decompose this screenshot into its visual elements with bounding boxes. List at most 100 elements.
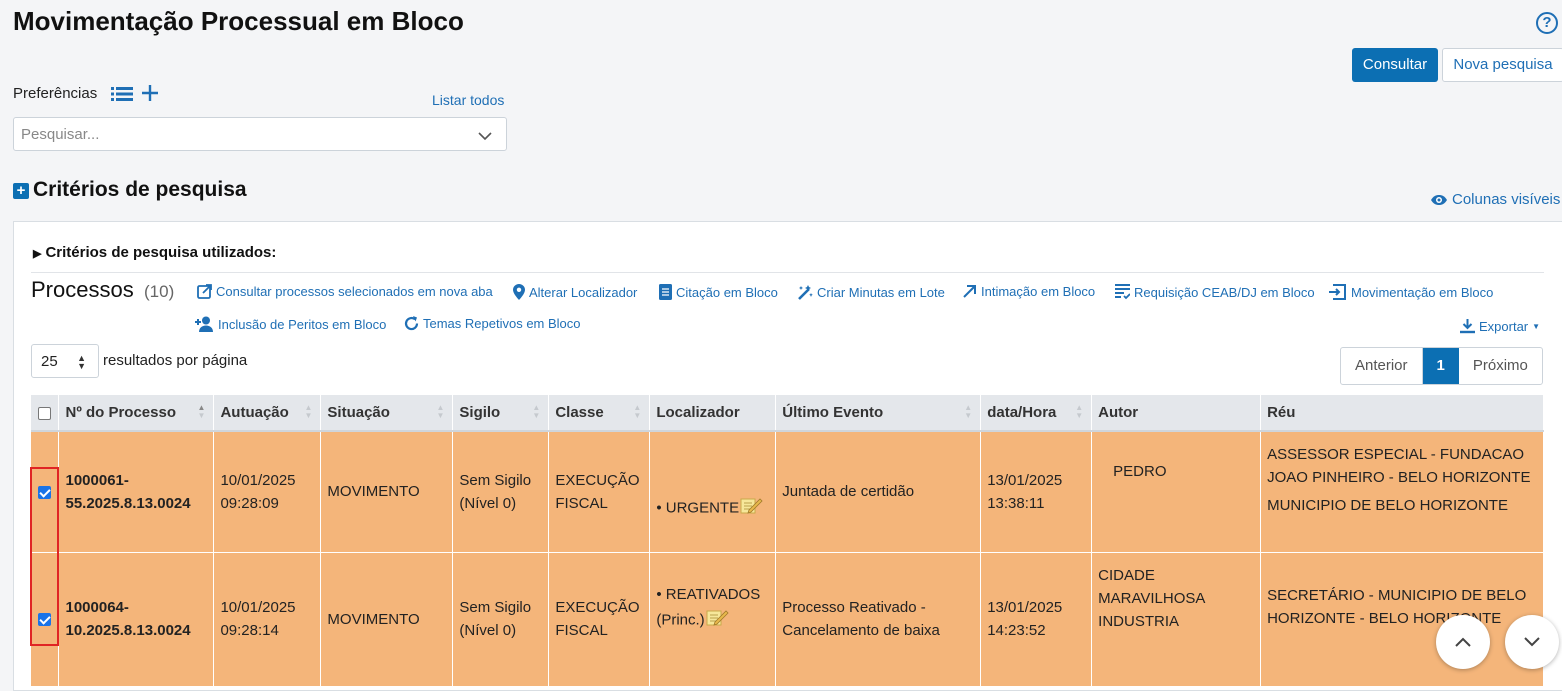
localizador-text: • REATIVADOS — [656, 585, 761, 603]
evento-text: Processo Reativado - — [782, 599, 926, 616]
action-movimentacao-bloco[interactable]: Movimentação em Bloco — [1329, 284, 1493, 300]
pagination-page-1[interactable]: 1 — [1422, 348, 1459, 384]
action-citacao-bloco[interactable]: Citação em Bloco — [659, 284, 778, 300]
eye-icon — [1431, 194, 1447, 205]
autuacao-date: 10/01/2025 — [220, 471, 296, 489]
document-icon — [659, 284, 672, 300]
numero-part: 10.2025.8.13.0024 — [65, 622, 191, 639]
hora-text: 14:23:52 — [987, 622, 1046, 639]
criterios-utilizados-label: Critérios de pesquisa utilizados: — [45, 244, 277, 261]
data-hora-cell: 13/01/2025 14:23:52 — [980, 552, 1093, 687]
action-temas-repetivos[interactable]: Temas Repetivos em Bloco — [404, 316, 581, 331]
processos-title: Processos — [31, 277, 134, 302]
help-icon[interactable]: ? — [1536, 12, 1558, 34]
caret-down-icon: ▼ — [1532, 321, 1541, 331]
ultimo-evento-cell: Juntada de certidão — [775, 431, 982, 553]
criterios-utilizados-toggle[interactable]: ▶ Critérios de pesquisa utilizados: — [33, 244, 276, 261]
sort-icon: ▲ ▼ — [436, 403, 445, 420]
processos-table: Nº do Processo ▲ ▼ Autuação ▲ ▼ Situação ▲ ▼ S… — [31, 395, 1544, 687]
user-add-icon — [195, 316, 213, 332]
colunas-visiveis-link[interactable]: Colunas visíveis — [1430, 191, 1560, 208]
arrow-up-right-icon — [963, 285, 976, 298]
autor-text: INDUSTRIA — [1098, 612, 1179, 630]
edit-note-icon[interactable] — [705, 606, 729, 635]
classe-text: FISCAL — [555, 494, 608, 512]
column-header-reu: Réu — [1260, 395, 1544, 432]
action-inclusao-peritos[interactable]: Inclusão de Peritos em Bloco — [195, 316, 386, 332]
select-all-checkbox[interactable] — [38, 406, 51, 420]
reu-cell: SECRETÁRIO - MUNICIPIO DE BELO HORIZONTE… — [1260, 552, 1544, 687]
situacao-cell: MOVIMENTO — [320, 552, 454, 687]
pagination-prev[interactable]: Anterior — [1341, 348, 1423, 384]
action-label: Intimação em Bloco — [981, 284, 1096, 299]
magic-wand-icon — [798, 285, 813, 300]
action-intimacao-bloco[interactable]: Intimação em Bloco — [962, 284, 1095, 299]
page-title: Movimentação Processual em Bloco — [13, 6, 464, 36]
localizador-cell: • REATIVADOS (Princ.) — [649, 552, 777, 687]
map-pin-icon — [513, 284, 525, 300]
table-row[interactable]: 1000061- 55.2025.8.13.0024 10/01/2025 09:2… — [31, 431, 1544, 553]
column-header-localizador: Localizador — [649, 395, 777, 432]
action-label: Criar Minutas em Lote — [817, 284, 945, 300]
action-consultar-nova-aba[interactable]: Consultar processos selecionados em nova… — [197, 284, 493, 299]
exportar-label: Exportar — [1479, 318, 1529, 334]
expand-plus-icon[interactable]: + — [13, 183, 29, 199]
preferencias-label: Preferências — [13, 85, 98, 102]
localizador-cell: • URGENTE — [649, 431, 777, 553]
classe-cell: EXECUÇÃO FISCAL — [548, 431, 651, 553]
sign-in-icon — [1329, 284, 1346, 300]
reu-party: MUNICIPIO DE BELO HORIZONTE — [1267, 497, 1508, 514]
sigilo-cell: Sem Sigilo (Nível 0) — [452, 431, 550, 553]
preferencias-search-select[interactable]: Pesquisar... — [13, 117, 507, 151]
chevron-down-icon — [478, 128, 492, 145]
autor-text: CIDADE — [1098, 566, 1155, 584]
consultar-button[interactable]: Consultar — [1352, 48, 1438, 82]
action-requisicao-ceab[interactable]: Requisição CEAB/DJ em Bloco — [1115, 284, 1315, 300]
autuacao-time: 09:28:09 — [220, 494, 279, 512]
exportar-dropdown[interactable]: Exportar ▼ — [1460, 318, 1540, 334]
per-page-select[interactable]: 25 ▲ ▼ — [31, 344, 99, 378]
table-row[interactable]: 1000064- 10.2025.8.13.0024 10/01/2025 09:2… — [31, 552, 1544, 687]
action-label: Consultar processos selecionados em nova… — [216, 284, 493, 299]
listar-todos-link[interactable]: Listar todos — [432, 92, 504, 108]
sort-arrows-icon: ▲ ▼ — [77, 353, 86, 371]
chevron-up-icon — [1455, 637, 1471, 647]
processos-count: (10) — [144, 282, 175, 301]
column-header-data-hora[interactable]: data/Hora ▲ ▼ — [980, 395, 1093, 432]
sigilo-level: (Nível 0) — [459, 622, 517, 639]
select-all-cell — [31, 395, 60, 432]
scroll-up-button[interactable] — [1436, 615, 1490, 669]
classe-text: FISCAL — [555, 622, 608, 639]
column-header-label: data/Hora — [987, 404, 1057, 421]
action-alterar-localizador[interactable]: Alterar Localizador — [513, 284, 637, 300]
column-header-label: Último Evento — [782, 404, 884, 421]
column-header-classe[interactable]: Classe ▲ ▼ — [548, 395, 651, 432]
numero-part: 1000064- — [65, 599, 129, 616]
list-icon[interactable] — [111, 86, 133, 107]
pagination: Anterior 1 Próximo — [1340, 347, 1543, 385]
numero-cell[interactable]: 1000061- 55.2025.8.13.0024 — [58, 431, 215, 553]
pagination-next[interactable]: Próximo — [1459, 348, 1542, 384]
column-header-situacao[interactable]: Situação ▲ ▼ — [320, 395, 454, 432]
sort-icon: ▲ ▼ — [1075, 403, 1084, 420]
autuacao-cell: 10/01/2025 09:28:09 — [213, 431, 322, 553]
scroll-down-button[interactable] — [1505, 615, 1559, 669]
numero-cell[interactable]: 1000064- 10.2025.8.13.0024 — [58, 552, 215, 687]
plus-icon[interactable] — [141, 84, 159, 107]
column-header-ultimo-evento[interactable]: Último Evento ▲ ▼ — [775, 395, 982, 432]
action-label: Temas Repetivos em Bloco — [423, 316, 581, 331]
sort-icon: ▲ ▼ — [304, 403, 313, 420]
column-header-autuacao[interactable]: Autuação ▲ ▼ — [213, 395, 322, 432]
reu-party: SECRETÁRIO - MUNICIPIO DE BELO HORIZONTE… — [1267, 586, 1527, 627]
column-header-label: Situação — [327, 404, 390, 421]
sort-icon: ▲ ▼ — [532, 403, 541, 420]
autor-cell: PEDRO — [1091, 431, 1262, 553]
column-header-label: Nº do Processo — [65, 404, 176, 421]
column-header-sigilo[interactable]: Sigilo ▲ ▼ — [452, 395, 550, 432]
divider — [31, 272, 1544, 273]
column-header-label: Classe — [555, 404, 604, 421]
action-criar-minutas[interactable]: Criar Minutas em Lote — [797, 284, 945, 300]
column-header-numero[interactable]: Nº do Processo ▲ ▼ — [58, 395, 215, 432]
nova-pesquisa-button[interactable]: Nova pesquisa — [1442, 48, 1562, 82]
edit-note-icon[interactable] — [739, 494, 763, 523]
